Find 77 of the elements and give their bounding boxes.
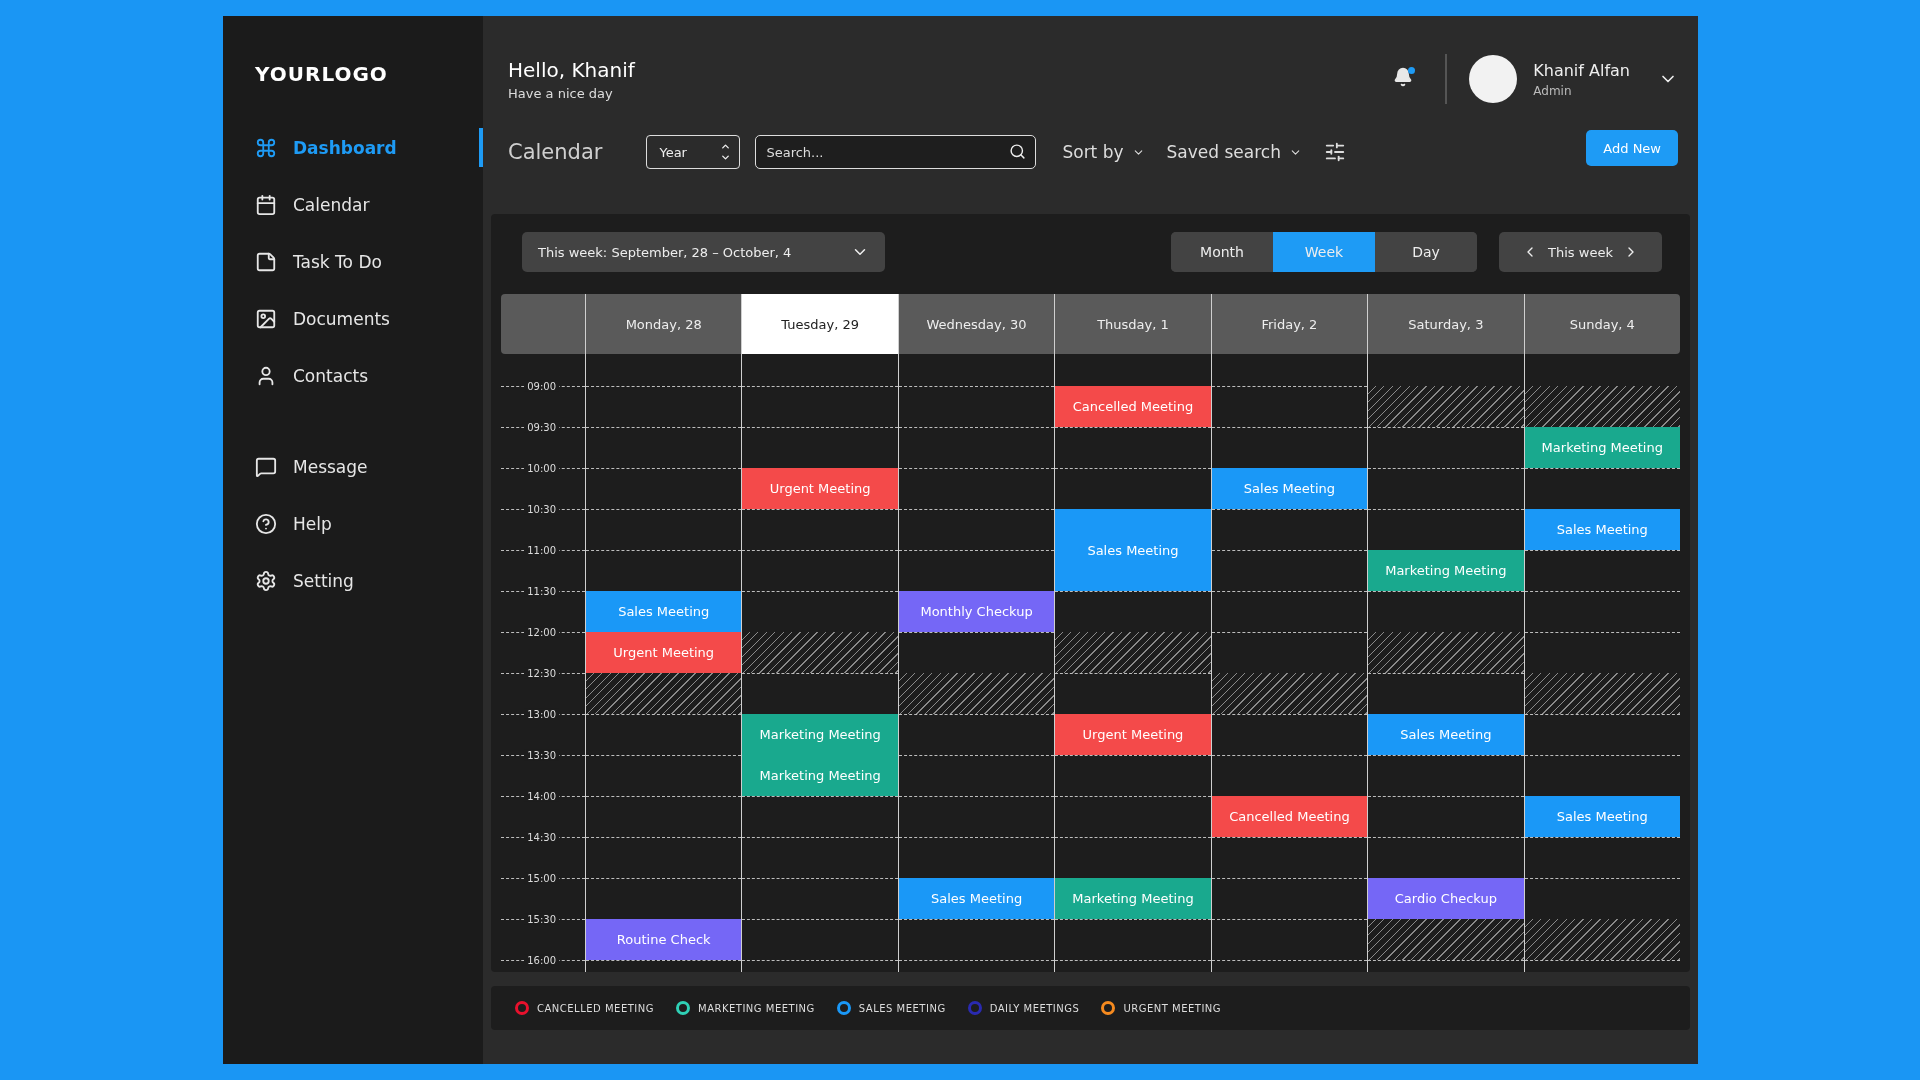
chat-icon: [255, 455, 277, 478]
time-label: 15:30: [524, 913, 559, 925]
day-header[interactable]: Sunday, 4: [1523, 294, 1680, 354]
day-header[interactable]: Friday, 2: [1210, 294, 1368, 354]
time-label: 11:30: [524, 585, 559, 597]
search-icon: [1009, 143, 1027, 160]
sidebar-item[interactable]: Documents: [223, 299, 483, 338]
legend-label: CANCELLED MEETING: [537, 1002, 654, 1014]
time-label: 14:00: [524, 790, 559, 802]
calendar-event[interactable]: Monthly Checkup: [898, 591, 1055, 632]
sort-dropdown[interactable]: Sort by: [1062, 142, 1145, 162]
calendar-event[interactable]: Cancelled Meeting: [1211, 796, 1368, 837]
search-field[interactable]: Search...: [755, 135, 1037, 169]
calendar-event[interactable]: Routine Check: [586, 919, 742, 960]
calendar-event[interactable]: Urgent Meeting: [586, 632, 742, 673]
sidebar-item[interactable]: Task To Do: [223, 242, 483, 281]
calendar-event[interactable]: Marketing Meeting: [742, 714, 898, 755]
sidebar-item[interactable]: Help: [223, 504, 483, 543]
week-navigation[interactable]: This week: [1499, 232, 1662, 272]
day-header[interactable]: Thusday, 1: [1054, 294, 1211, 354]
time-label: 13:30: [524, 749, 559, 761]
day-header[interactable]: Wednesday, 30: [897, 294, 1055, 354]
calendar-event[interactable]: Sales Meeting: [898, 878, 1055, 919]
calendar-event[interactable]: Marketing Meeting: [742, 755, 898, 796]
calendar-event[interactable]: Cancelled Meeting: [1055, 386, 1211, 427]
image-icon: [255, 307, 277, 330]
filter-icon[interactable]: [1323, 141, 1346, 163]
sidebar-item[interactable]: Contacts: [223, 356, 483, 395]
calendar-event[interactable]: Sales Meeting: [1055, 509, 1211, 591]
greeting-subtitle: Have a nice day: [508, 85, 614, 101]
period-select[interactable]: Year: [646, 135, 741, 169]
week-range-dropdown[interactable]: This week: September, 28 – October, 4: [522, 232, 885, 272]
command-icon: [255, 136, 277, 159]
calendar-event[interactable]: Sales Meeting: [586, 591, 742, 632]
logo: YOURLOGO: [255, 62, 388, 86]
time-label: 15:00: [524, 872, 559, 884]
legend-label: URGENT MEETING: [1123, 1002, 1222, 1014]
user-name: Khanif Alfan: [1533, 60, 1630, 80]
calendar-event[interactable]: Sales Meeting: [1368, 714, 1524, 755]
calendar-event[interactable]: Cardio Checkup: [1368, 878, 1524, 919]
day-header[interactable]: Tuesday, 29: [741, 294, 898, 354]
time-label: 13:00: [524, 708, 559, 720]
avatar[interactable]: [1469, 55, 1518, 103]
settings-icon: [255, 569, 277, 592]
time-label: 10:00: [524, 462, 559, 474]
saved-search-dropdown[interactable]: Saved search: [1166, 142, 1302, 162]
sidebar-item[interactable]: Message: [223, 447, 483, 486]
time-label: 16:00: [524, 954, 559, 966]
legend-label: MARKETING MEETING: [698, 1002, 815, 1014]
calendar-event[interactable]: Sales Meeting: [1211, 468, 1368, 509]
time-label: 10:30: [524, 503, 559, 515]
day-header[interactable]: Saturday, 3: [1367, 294, 1524, 354]
calendar-event[interactable]: Sales Meeting: [1524, 509, 1680, 550]
calendar-icon: [255, 193, 277, 216]
greeting-title: Hello, Khanif: [508, 57, 637, 82]
help-icon: [255, 512, 277, 535]
legend-label: DAILY MEETINGS: [989, 1002, 1080, 1014]
bell-icon: [1393, 67, 1414, 87]
add-new-button[interactable]: Add New: [1586, 130, 1678, 166]
time-label: 12:30: [524, 667, 559, 679]
calendar-event[interactable]: Marketing Meeting: [1055, 878, 1211, 919]
calendar-event[interactable]: Marketing Meeting: [1524, 427, 1680, 468]
time-label: 12:00: [524, 626, 559, 638]
time-label: 11:00: [524, 544, 559, 556]
calendar-event[interactable]: Urgent Meeting: [742, 468, 898, 509]
note-icon: [255, 250, 277, 273]
time-label: 09:00: [524, 380, 559, 392]
time-label: 14:30: [524, 831, 559, 843]
calendar-event[interactable]: Sales Meeting: [1524, 796, 1680, 837]
calendar-event[interactable]: Urgent Meeting: [1055, 714, 1211, 755]
sidebar-item[interactable]: Calendar: [223, 185, 483, 224]
user-role: Admin: [1533, 83, 1573, 98]
time-label: 09:30: [524, 421, 559, 433]
page-title: Calendar: [508, 140, 603, 164]
calendar-event[interactable]: Marketing Meeting: [1368, 550, 1524, 591]
legend-label: SALES MEETING: [858, 1002, 946, 1014]
sidebar-item[interactable]: Setting: [223, 561, 483, 600]
